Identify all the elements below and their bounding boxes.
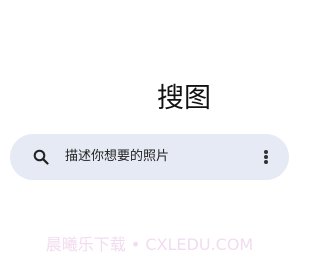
search-icon — [33, 149, 49, 165]
header: 搜图 — [0, 78, 299, 122]
watermark: 晨曦乐下载 • CXLEDU.COM — [45, 235, 254, 254]
logo — [78, 82, 154, 116]
page-title: 搜图 — [157, 83, 211, 114]
search-bar[interactable]: 描述你想要的照片 — [10, 134, 289, 180]
search-input-placeholder[interactable]: 描述你想要的照片 — [65, 134, 169, 180]
more-vertical-icon[interactable] — [258, 148, 274, 166]
